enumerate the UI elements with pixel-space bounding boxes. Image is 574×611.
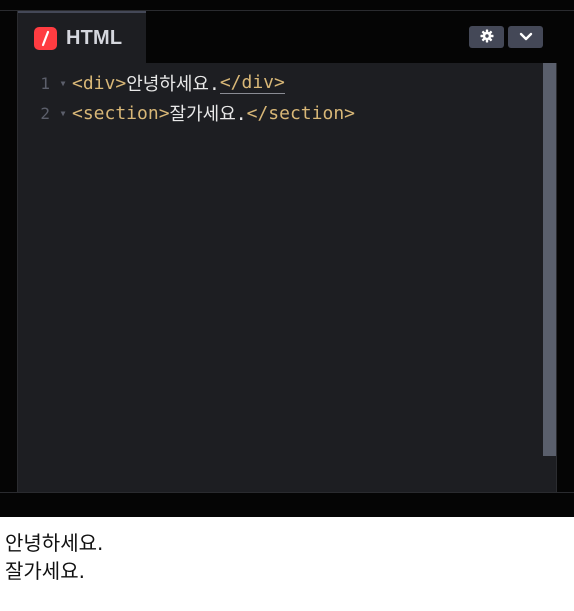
- close-tag: </div>: [219, 72, 285, 94]
- close-tag: </section>: [246, 102, 355, 124]
- tab-html[interactable]: HTML: [18, 11, 146, 63]
- preview-section-text: 잘가세요.: [5, 559, 85, 583]
- code-line: 1 ▼ <div> 안녕하세요. </div>: [18, 68, 538, 98]
- code-text: 잘가세요.: [169, 104, 247, 125]
- tab-label: HTML: [66, 26, 123, 49]
- line-number: 1: [40, 73, 50, 93]
- html-editor-panel: HTML 1 ▼ <div> 안녕하세요. </div> 2 ▼ <sectio…: [17, 11, 558, 492]
- result-preview: 안녕하세요. 잘가세요.: [0, 517, 574, 611]
- editor-options-dropdown[interactable]: [508, 26, 543, 48]
- settings-button[interactable]: [469, 26, 504, 48]
- editor-frame: HTML 1 ▼ <div> 안녕하세요. </div> 2 ▼ <sectio…: [0, 0, 574, 517]
- divider: [0, 492, 574, 493]
- open-tag: <section>: [72, 102, 170, 124]
- open-tag: <div>: [72, 72, 127, 94]
- vertical-scrollbar[interactable]: [543, 63, 556, 456]
- line-number: 2: [40, 103, 50, 123]
- html-language-icon: [34, 26, 57, 50]
- fold-arrow-icon[interactable]: ▼: [54, 109, 72, 118]
- chevron-down-icon: [518, 28, 534, 47]
- app-root: HTML 1 ▼ <div> 안녕하세요. </div> 2 ▼ <sectio…: [0, 0, 574, 611]
- editor-header: HTML: [18, 11, 558, 63]
- code-line: 2 ▼ <section> 잘가세요. </section>: [18, 98, 538, 128]
- code-area[interactable]: 1 ▼ <div> 안녕하세요. </div> 2 ▼ <section> 잘가…: [18, 63, 558, 492]
- code-text: 안녕하세요.: [126, 74, 220, 95]
- fold-arrow-icon[interactable]: ▼: [54, 79, 72, 88]
- gear-icon: [480, 28, 494, 47]
- preview-div-text: 안녕하세요.: [5, 531, 104, 555]
